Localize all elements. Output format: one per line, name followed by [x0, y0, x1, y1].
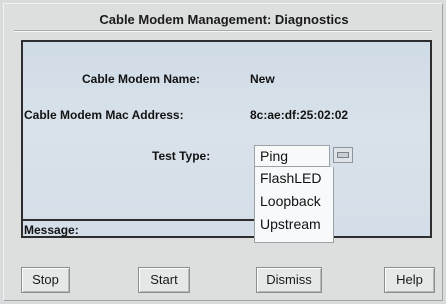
mac-address-value: 8c:ae:df:25:02:02: [250, 108, 349, 122]
test-type-select[interactable]: Ping: [254, 145, 330, 167]
mac-address-label: Cable Modem Mac Address:: [24, 108, 184, 122]
menu-item-flashled[interactable]: FlashLED: [255, 167, 333, 190]
diagnostics-panel: [21, 40, 432, 238]
test-type-menu: FlashLED Loopback Upstream: [254, 167, 334, 243]
message-label: Message:: [24, 223, 79, 237]
test-type-label: Test Type:: [152, 149, 211, 163]
message-divider: [21, 219, 254, 221]
help-button[interactable]: Help: [384, 267, 435, 293]
start-button[interactable]: Start: [138, 267, 190, 293]
modem-name-value: New: [250, 72, 275, 86]
dismiss-button[interactable]: Dismiss: [256, 267, 322, 293]
dropdown-toggle-icon[interactable]: [333, 147, 353, 163]
modem-name-label: Cable Modem Name:: [82, 72, 201, 86]
menu-item-loopback[interactable]: Loopback: [255, 190, 333, 213]
dialog-title: Cable Modem Management: Diagnostics: [99, 12, 349, 27]
menu-item-upstream[interactable]: Upstream: [255, 213, 333, 236]
diagnostics-dialog: Cable Modem Management: Diagnostics Cabl…: [3, 3, 443, 301]
title-divider: [14, 30, 432, 32]
stop-button[interactable]: Stop: [21, 267, 70, 293]
